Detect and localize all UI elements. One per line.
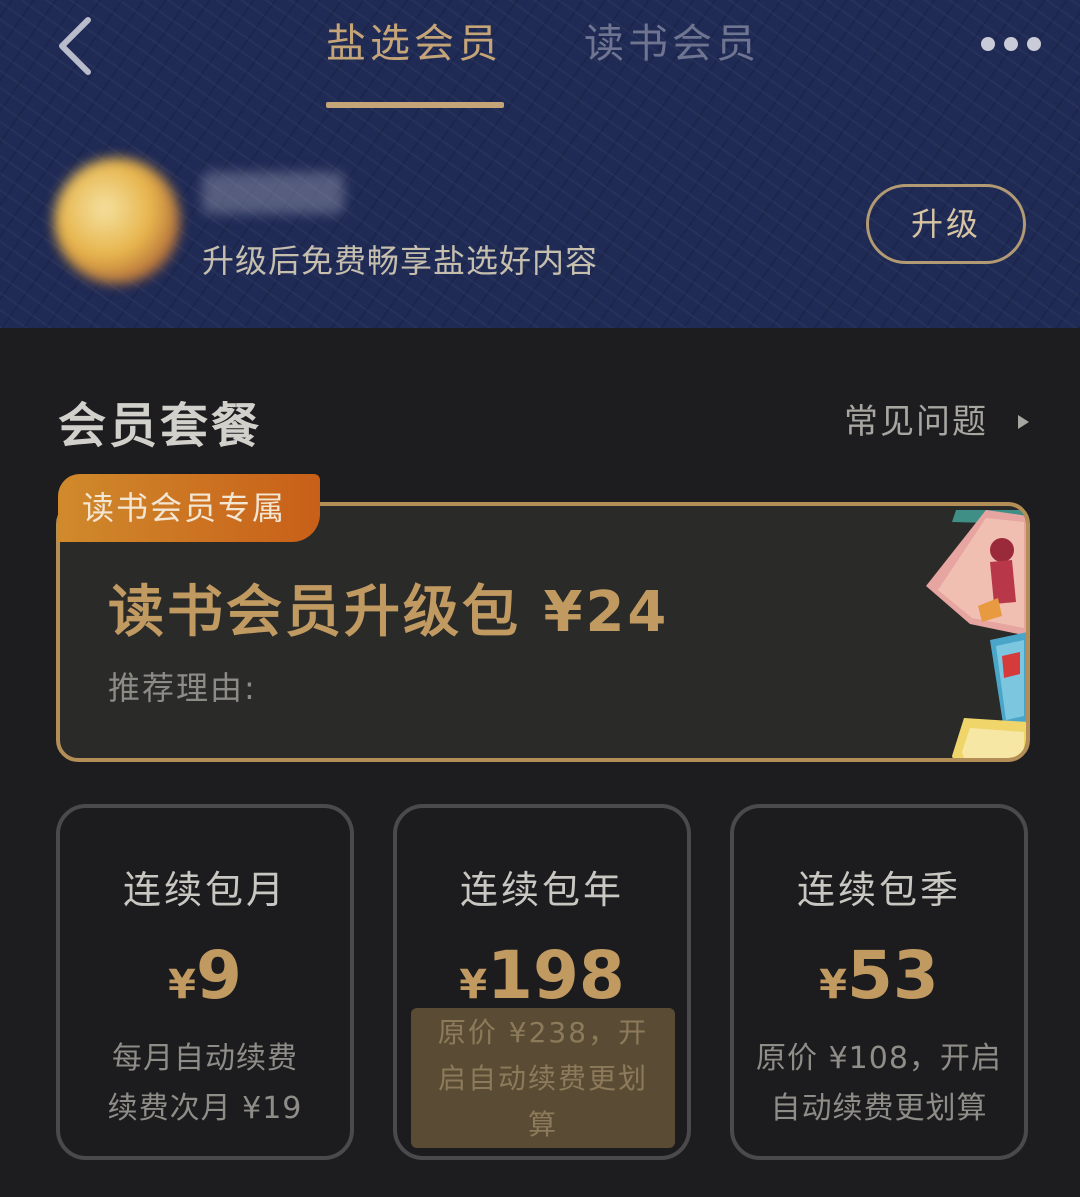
plan-price: ¥53 [734, 936, 1024, 1033]
price-amount: 53 [846, 937, 939, 1014]
upgrade-button[interactable]: 升级 [866, 184, 1026, 264]
plan-name: 连续包年 [459, 868, 624, 912]
package-reason: 推荐理由: [108, 669, 257, 707]
currency-symbol: ¥ [459, 962, 488, 1008]
plan-description: 每月自动续费 续费次月 ¥19 [70, 1034, 340, 1134]
plan-description: 原价 ¥108，开启自动续费更划算 [756, 1041, 1002, 1126]
member-header: 盐选会员 读书会员 升级后免费畅享盐选好内容 升级 [0, 0, 1080, 328]
avatar[interactable] [54, 158, 180, 284]
plan-name: 连续包季 [796, 868, 961, 912]
tab-yanxuan-member[interactable]: 盐选会员 [326, 18, 502, 70]
currency-symbol: ¥ [819, 962, 847, 1008]
plan-card-monthly[interactable]: 连续包月 ¥9 每月自动续费 续费次月 ¥19 [56, 804, 354, 1160]
price-amount: 9 [195, 937, 242, 1014]
section-title: 会员套餐 [58, 398, 263, 454]
plan-description-line: 每月自动续费 [112, 1041, 298, 1076]
package-title: 读书会员升级包 ¥24 [108, 580, 670, 645]
plan-promo-note: 原价 ¥238，开启自动续费更划算 [411, 1008, 675, 1148]
faq-link[interactable]: 常见问题 [844, 398, 988, 446]
price-amount: 198 [487, 937, 625, 1014]
caret-right-icon[interactable] [1016, 413, 1030, 431]
member-subtitle: 升级后免费畅享盐选好内容 [202, 242, 599, 280]
exclusive-badge: 读书会员专属 [58, 474, 320, 542]
books-illustration-icon [926, 510, 1026, 758]
chevron-left-icon[interactable] [50, 14, 110, 78]
plan-description-line: 续费次月 ¥19 [107, 1091, 303, 1126]
plan-card-quarterly[interactable]: 连续包季 ¥53 原价 ¥108，开启自动续费更划算 [730, 804, 1028, 1160]
plan-price: ¥9 [60, 936, 350, 1033]
tab-reading-member[interactable]: 读书会员 [584, 18, 760, 70]
plan-name: 连续包月 [122, 868, 287, 912]
plan-card-yearly[interactable]: 连续包年 ¥198 原价 ¥238，开启自动续费更划算 [393, 804, 691, 1160]
currency-symbol: ¥ [168, 962, 196, 1008]
username [202, 172, 344, 214]
active-tab-indicator [326, 102, 504, 108]
more-horizontal-icon[interactable] [978, 34, 1044, 54]
